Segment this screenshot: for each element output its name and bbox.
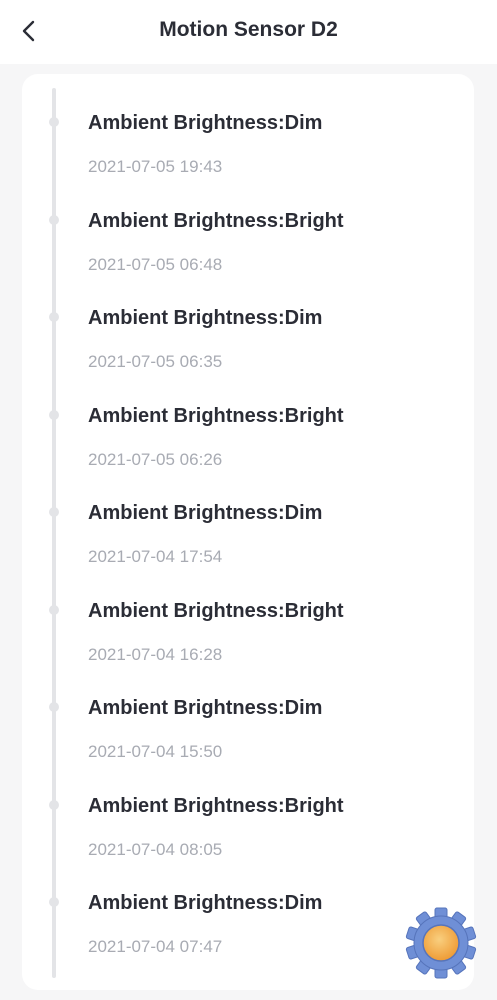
event-title: Ambient Brightness:Dim — [88, 502, 323, 524]
event-timestamp: 2021-07-04 16:28 — [88, 644, 223, 664]
event-title: Ambient Brightness:Dim — [88, 892, 323, 914]
top-bar: Motion Sensor D2 — [0, 0, 497, 64]
list-item: Ambient Brightness:Dim 2021-07-05 19:43 — [22, 82, 474, 176]
event-timestamp: 2021-07-04 07:47 — [88, 937, 223, 956]
gear-icon — [405, 907, 477, 979]
event-title: Ambient Brightness:Dim — [88, 697, 323, 719]
list-item: Ambient Brightness:Dim 2021-07-04 17:54 — [22, 472, 474, 566]
list-item: Ambient Brightness:Bright 2021-07-05 06:2… — [22, 375, 474, 469]
event-timestamp: 2021-07-04 15:50 — [88, 742, 223, 761]
list-item: Ambient Brightness:Dim 2021-07-05 06:35 — [22, 277, 474, 371]
timeline-dot — [49, 897, 59, 907]
timeline-dot — [49, 507, 59, 517]
event-timestamp: 2021-07-05 19:43 — [88, 157, 223, 176]
event-title: Ambient Brightness:Bright — [88, 599, 344, 622]
event-title: Ambient Brightness:Bright — [88, 404, 344, 427]
timeline-dot — [49, 214, 59, 225]
list-item: Ambient Brightness:Bright 2021-07-04 16:2… — [22, 570, 474, 664]
event-timestamp: 2021-07-05 06:26 — [88, 449, 223, 469]
list-item: Ambient Brightness:Bright 2021-07-05 06:4… — [22, 180, 474, 274]
event-title: Ambient Brightness:Dim — [88, 307, 323, 329]
event-timestamp: 2021-07-04 08:05 — [88, 839, 223, 859]
settings-floating-button[interactable] — [404, 906, 478, 980]
page-title: Motion Sensor D2 — [159, 18, 338, 41]
timeline-dot — [49, 604, 59, 615]
timeline-dot — [49, 799, 59, 810]
list-item: Ambient Brightness:Bright 2021-07-04 08:0… — [22, 765, 474, 859]
event-title: Ambient Brightness:Bright — [88, 794, 344, 817]
timeline-dot — [49, 409, 59, 420]
event-title: Ambient Brightness:Bright — [88, 209, 344, 232]
event-title: Ambient Brightness:Dim — [88, 112, 323, 134]
event-timestamp: 2021-07-04 17:54 — [88, 547, 223, 566]
event-log-card: Ambient Brightness:Dim 2021-07-05 19:43 Am… — [22, 74, 474, 990]
timeline-dot — [49, 312, 59, 322]
event-timestamp: 2021-07-05 06:35 — [88, 352, 223, 371]
list-item: Ambient Brightness:Dim 2021-07-04 15:50 — [22, 667, 474, 761]
timeline-dot — [49, 117, 59, 127]
timeline-dot — [49, 702, 59, 712]
event-timestamp: 2021-07-05 06:48 — [88, 254, 223, 274]
